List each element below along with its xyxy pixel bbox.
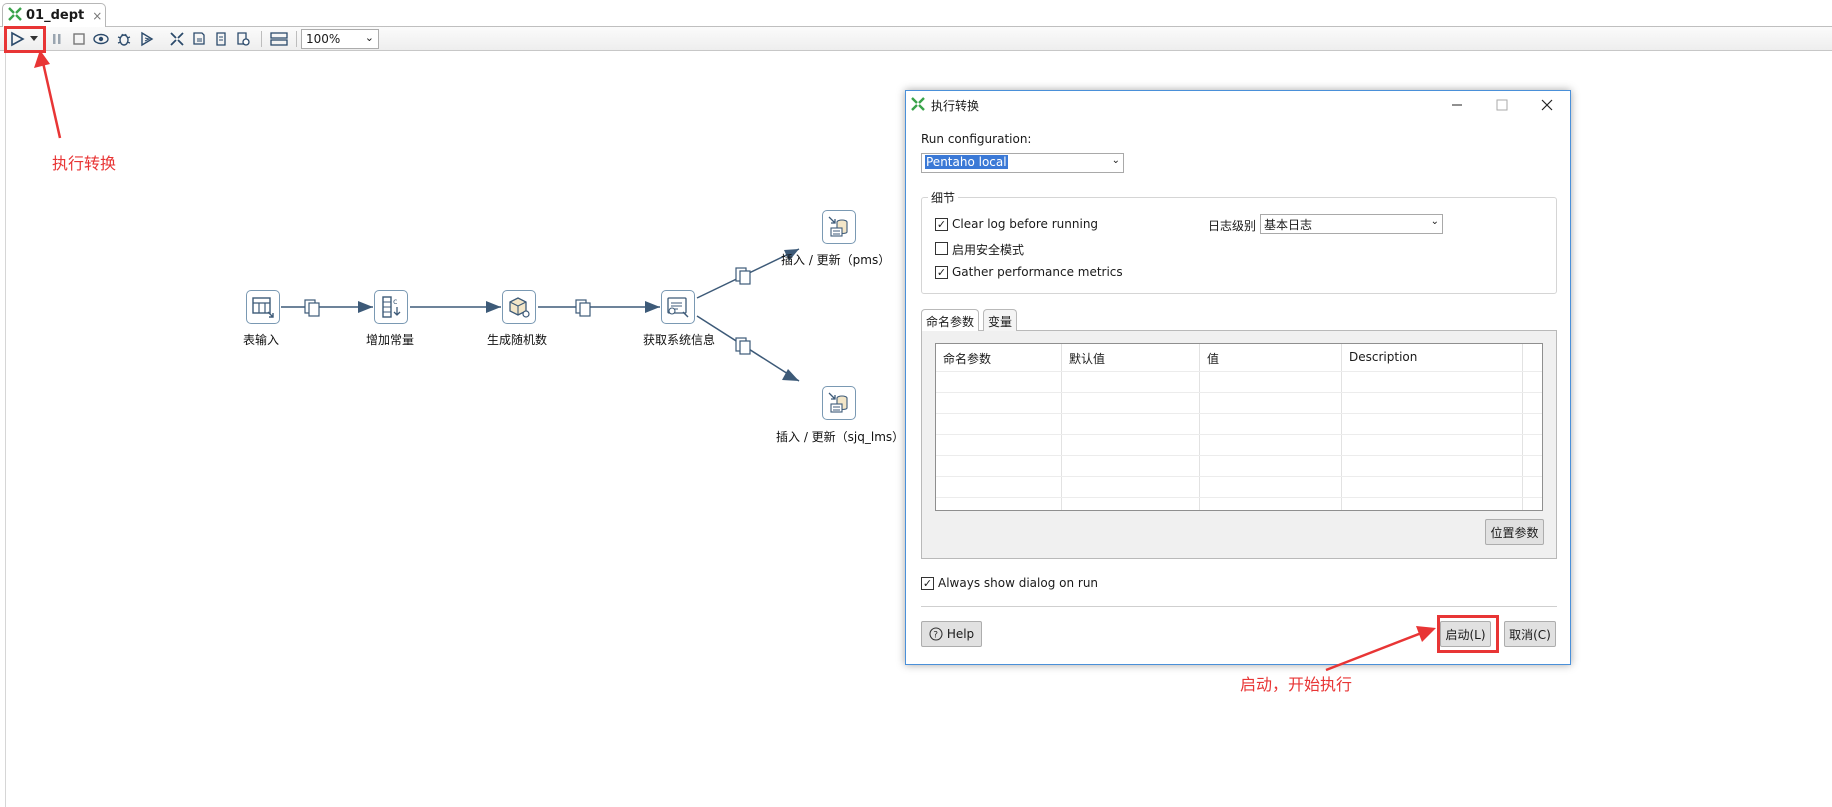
chevron-down-icon: ⌄ bbox=[1111, 155, 1120, 166]
details-legend: 细节 bbox=[928, 189, 959, 206]
step-label: 获取系统信息 bbox=[643, 333, 716, 347]
table-row[interactable] bbox=[936, 455, 1542, 456]
safe-mode-label: 启用安全模式 bbox=[952, 243, 1025, 257]
run-config-label: Run configuration: bbox=[921, 132, 1032, 146]
step-system-info[interactable] bbox=[661, 290, 695, 324]
log-level-value: 基本日志 bbox=[1264, 218, 1313, 232]
run-config-value: Pentaho local bbox=[925, 155, 1008, 169]
dialog-title: 执行转换 bbox=[931, 99, 980, 113]
run-transformation-dialog: 执行转换 Run configuration: Pentaho local ⌄ … bbox=[905, 90, 1571, 665]
parameters-tabs: 命名参数 默认值 值 Description 位置参数 命名参数 变量 bbox=[921, 309, 1557, 559]
table-row[interactable] bbox=[936, 497, 1542, 498]
table-row[interactable] bbox=[936, 476, 1542, 477]
dialog-title-bar[interactable]: 执行转换 bbox=[906, 91, 1570, 119]
column-header[interactable]: 命名参数 bbox=[943, 350, 991, 367]
annotation-highlight-start bbox=[1437, 615, 1499, 653]
maximize-icon[interactable] bbox=[1480, 93, 1524, 117]
step-add-constants[interactable]: c bbox=[374, 290, 408, 324]
safe-mode-checkbox[interactable] bbox=[935, 242, 948, 255]
clear-log-checkbox[interactable]: ✓ bbox=[935, 218, 948, 231]
step-label: 插入 / 更新（sjq_lms） bbox=[776, 430, 905, 444]
named-params-panel: 命名参数 默认值 值 Description 位置参数 bbox=[921, 330, 1557, 559]
column bbox=[936, 344, 1062, 510]
help-icon: ? bbox=[929, 627, 943, 641]
named-params-table: 命名参数 默认值 值 Description bbox=[935, 343, 1543, 511]
add-constants-icon: c bbox=[382, 296, 401, 318]
svg-text:c: c bbox=[393, 297, 397, 306]
always-show-label: Always show dialog on run bbox=[938, 576, 1099, 590]
position-params-button[interactable]: 位置参数 bbox=[1485, 519, 1544, 545]
run-config-select[interactable]: Pentaho local ⌄ bbox=[921, 153, 1124, 173]
column-header[interactable]: Description bbox=[1349, 350, 1417, 364]
step-label: 增加常量 bbox=[366, 333, 415, 347]
close-icon[interactable] bbox=[1525, 93, 1569, 117]
random-value-icon bbox=[509, 297, 530, 318]
minimize-icon[interactable] bbox=[1435, 93, 1479, 117]
table-row[interactable] bbox=[936, 434, 1542, 435]
always-show-checkbox[interactable]: ✓ bbox=[921, 577, 934, 590]
log-level-select[interactable]: 基本日志 ⌄ bbox=[1260, 214, 1443, 234]
step-label: 插入 / 更新（pms） bbox=[781, 253, 891, 267]
table-row[interactable] bbox=[936, 413, 1542, 414]
table-input-icon bbox=[252, 297, 274, 318]
step-label: 生成随机数 bbox=[487, 333, 548, 347]
table-row[interactable] bbox=[936, 392, 1542, 393]
log-level-label: 日志级别 bbox=[1208, 219, 1257, 233]
divider bbox=[921, 606, 1557, 607]
gather-metrics-checkbox[interactable]: ✓ bbox=[935, 266, 948, 279]
system-info-icon bbox=[667, 297, 689, 318]
insert-update-icon bbox=[828, 216, 848, 237]
column bbox=[1062, 344, 1200, 510]
column-header[interactable]: 默认值 bbox=[1069, 350, 1105, 367]
annotation-start-label: 启动，开始执行 bbox=[1240, 675, 1353, 694]
step-insert-update-sjq-lms[interactable] bbox=[822, 386, 856, 420]
cancel-button[interactable]: 取消(C) bbox=[1504, 621, 1556, 647]
column bbox=[1342, 344, 1523, 510]
help-button[interactable]: ? Help bbox=[921, 621, 982, 647]
details-group: 细节 ✓ Clear log before running 启用安全模式 ✓ G… bbox=[921, 189, 1557, 294]
table-row[interactable] bbox=[936, 371, 1542, 372]
step-insert-update-pms[interactable] bbox=[822, 210, 856, 244]
column bbox=[1200, 344, 1342, 510]
step-label: 表输入 bbox=[243, 333, 280, 347]
insert-update-icon bbox=[828, 392, 848, 413]
column-header[interactable]: 值 bbox=[1207, 350, 1219, 367]
step-table-input[interactable] bbox=[246, 290, 280, 324]
transformation-icon bbox=[911, 97, 925, 114]
help-label: Help bbox=[946, 627, 975, 641]
clear-log-label: Clear log before running bbox=[952, 217, 1099, 231]
tab-named-params[interactable]: 命名参数 bbox=[921, 309, 980, 331]
svg-text:?: ? bbox=[933, 631, 938, 641]
chevron-down-icon: ⌄ bbox=[1430, 216, 1439, 227]
gather-metrics-label: Gather performance metrics bbox=[952, 265, 1123, 279]
step-random-value[interactable] bbox=[502, 290, 536, 324]
tab-variables[interactable]: 变量 bbox=[983, 309, 1018, 331]
